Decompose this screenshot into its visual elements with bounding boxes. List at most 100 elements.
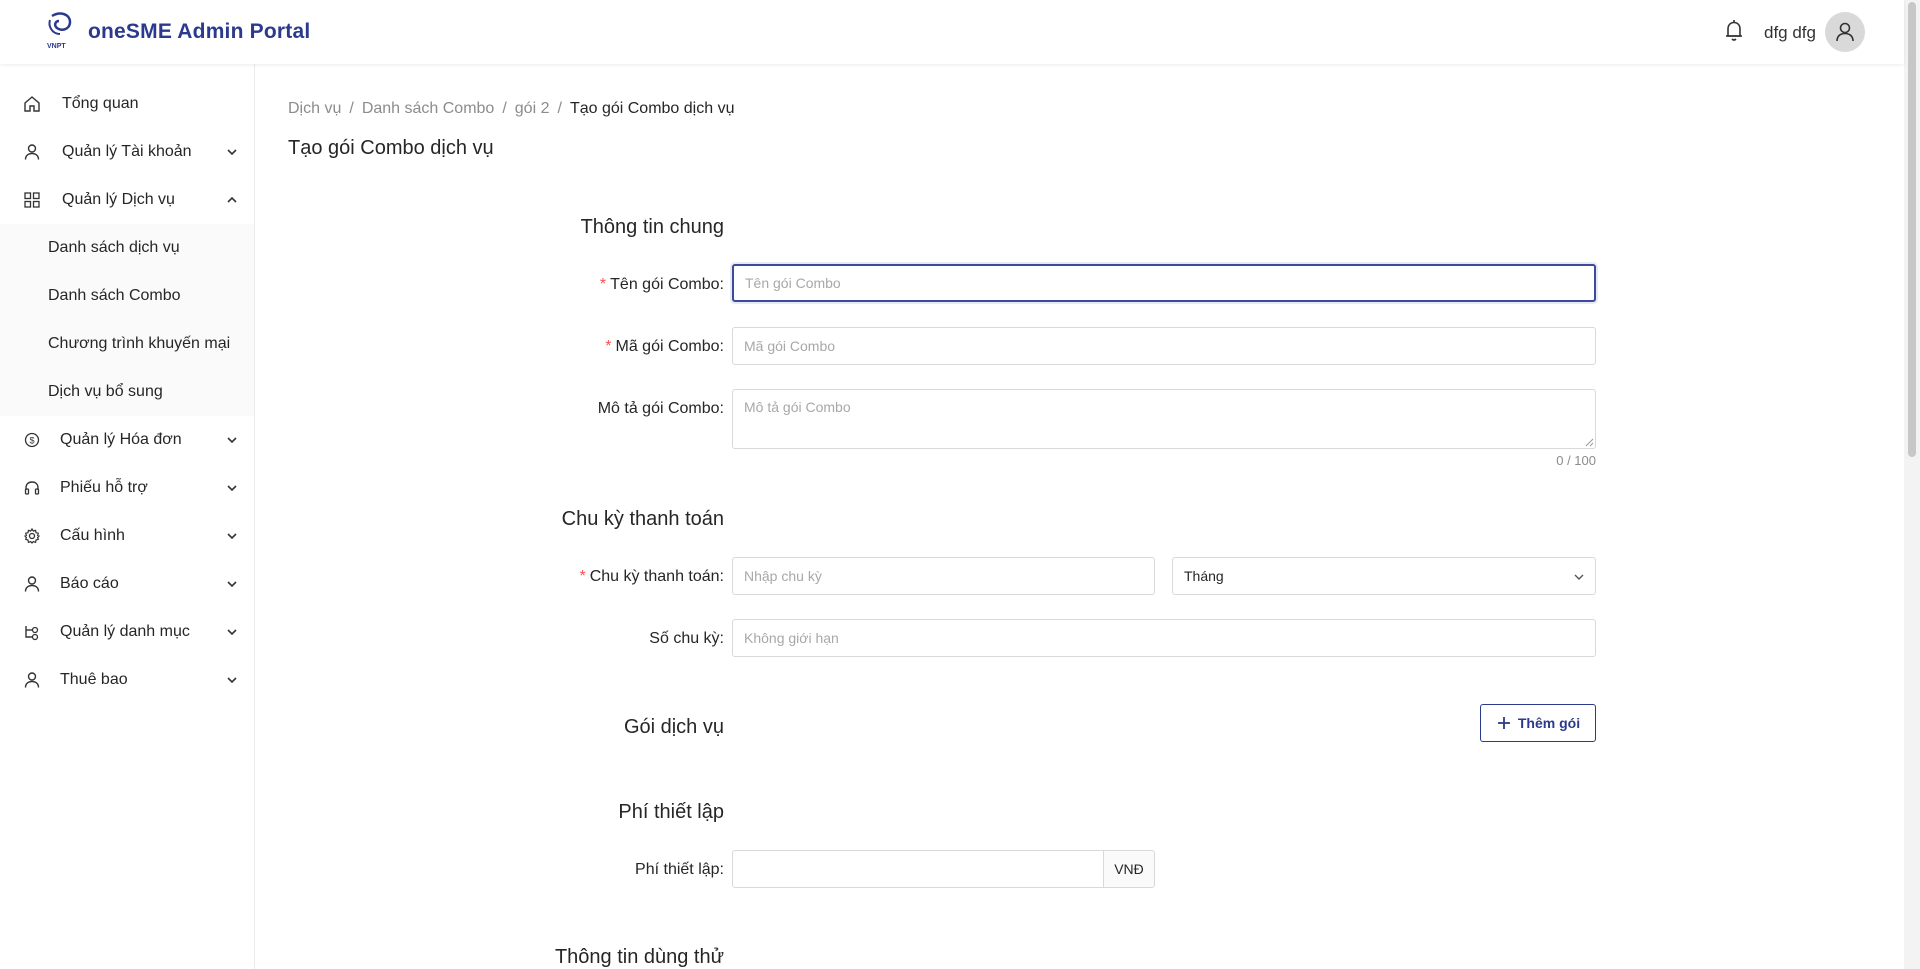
- breadcrumb: Dịch vụ / Danh sách Combo / gói 2 / Tạo …: [288, 100, 734, 118]
- billing-unit-value: Tháng: [1184, 568, 1224, 584]
- field-label-text: Phí thiết lập:: [635, 861, 724, 878]
- breadcrumb-item[interactable]: Danh sách Combo: [362, 100, 495, 118]
- sidebar-subitem-addons[interactable]: Dịch vụ bổ sung: [0, 368, 254, 416]
- sidebar-item-label: Quản lý Dịch vụ: [62, 191, 175, 208]
- svg-text:$: $: [29, 436, 34, 446]
- sidebar-item-services[interactable]: Quản lý Dịch vụ: [0, 176, 254, 224]
- sidebar-item-label: Báo cáo: [60, 575, 119, 592]
- sidebar-item-label: Thuê bao: [60, 671, 128, 688]
- field-label-text: Số chu kỳ:: [649, 630, 724, 647]
- logo-text: VNPT: [47, 43, 66, 50]
- top-header: VNPT oneSME Admin Portal dfg dfg: [0, 0, 1904, 64]
- billing-unit-select[interactable]: Tháng: [1172, 557, 1596, 595]
- vnpt-logo[interactable]: VNPT: [46, 12, 76, 50]
- user-name[interactable]: dfg dfg: [1764, 23, 1816, 43]
- sidebar-item-label: Cấu hình: [60, 527, 125, 544]
- field-label-text: Mã gói Combo:: [615, 338, 725, 355]
- sidebar-item-categories[interactable]: Quản lý danh mục: [0, 608, 254, 656]
- dollar-icon: $: [24, 432, 40, 448]
- combo-code-input[interactable]: [732, 327, 1596, 365]
- page-scrollbar[interactable]: [1904, 0, 1920, 969]
- chevron-down-icon: [227, 149, 237, 156]
- sidebar-subitem-label: Danh sách dịch vụ: [48, 239, 180, 256]
- chevron-down-icon: [227, 533, 237, 540]
- user-icon: [24, 144, 40, 160]
- home-icon: [24, 96, 40, 112]
- setup-fee-input[interactable]: [732, 850, 1104, 888]
- breadcrumb-current: Tạo gói Combo dịch vụ: [569, 100, 735, 117]
- chevron-down-icon: [227, 677, 237, 684]
- field-label-setup-fee: Phí thiết lập:: [304, 861, 724, 879]
- sidebar-item-reports[interactable]: Báo cáo: [0, 560, 254, 608]
- chevron-up-icon: [227, 196, 237, 203]
- field-label-combo-desc: Mô tả gói Combo:: [304, 400, 724, 418]
- chevron-down-icon: [227, 629, 237, 636]
- sidebar-item-label: Phiếu hỗ trợ: [60, 479, 148, 496]
- avatar[interactable]: [1825, 12, 1865, 52]
- section-title-billing-cycle: Chu kỳ thanh toán: [561, 508, 724, 530]
- user-icon: [24, 576, 40, 592]
- scrollbar-thumb[interactable]: [1908, 2, 1916, 457]
- user-avatar-icon: [1836, 22, 1854, 42]
- sidebar-subitem-service-list[interactable]: Danh sách dịch vụ: [0, 224, 254, 272]
- billing-cycle-input[interactable]: [732, 557, 1155, 595]
- field-label-combo-code: * Mã gói Combo:: [304, 338, 724, 356]
- section-title-trial-info: Thông tin dùng thử: [554, 946, 724, 968]
- field-label-combo-name: * Tên gói Combo:: [304, 276, 724, 294]
- category-icon: [25, 626, 39, 641]
- cycle-count-input[interactable]: [732, 619, 1596, 657]
- sidebar-subitem-label: Danh sách Combo: [48, 287, 181, 304]
- sidebar-item-label: Tổng quan: [62, 95, 139, 112]
- bell-icon[interactable]: [1722, 18, 1746, 44]
- gear-icon: [23, 527, 41, 544]
- combo-name-input[interactable]: [732, 264, 1596, 302]
- field-label-text: Chu kỳ thanh toán:: [589, 568, 724, 585]
- combo-description-textarea[interactable]: [732, 389, 1596, 449]
- sidebar-item-accounts[interactable]: Quản lý Tài khoản: [0, 128, 254, 176]
- sidebar-subitem-promotions[interactable]: Chương trình khuyến mại: [0, 320, 254, 368]
- field-label-billing-cycle: * Chu kỳ thanh toán:: [304, 568, 724, 586]
- sidebar-item-settings[interactable]: Cấu hình: [0, 512, 254, 560]
- plus-icon: [1497, 717, 1510, 729]
- resize-grip-icon[interactable]: [1584, 437, 1594, 447]
- grid-icon: [24, 192, 40, 208]
- sidebar-subitem-label: Dịch vụ bổ sung: [48, 383, 163, 400]
- sidebar-item-label: Quản lý Tài khoản: [62, 143, 192, 160]
- headset-icon: [24, 481, 40, 495]
- required-marker: *: [605, 338, 612, 355]
- add-package-button[interactable]: Thêm gói: [1480, 704, 1596, 742]
- section-title-service-packages: Gói dịch vụ: [623, 716, 724, 738]
- setup-fee-group: VNĐ: [732, 850, 1155, 888]
- chevron-down-icon: [227, 485, 237, 492]
- field-label-text: Tên gói Combo:: [610, 276, 724, 293]
- breadcrumb-item[interactable]: Dịch vụ: [288, 100, 341, 118]
- user-icon: [24, 672, 40, 688]
- chevron-down-icon: [227, 437, 237, 444]
- sidebar-item-subscriptions[interactable]: Thuê bao: [0, 656, 254, 704]
- section-title-setup-fee: Phí thiết lập: [618, 801, 724, 823]
- app-title[interactable]: oneSME Admin Portal: [88, 20, 310, 44]
- currency-addon: VNĐ: [1104, 850, 1155, 888]
- sidebar-item-support[interactable]: Phiếu hỗ trợ: [0, 464, 254, 512]
- section-title-general: Thông tin chung: [580, 216, 724, 238]
- required-marker: *: [599, 276, 607, 293]
- field-label-text: Mô tả gói Combo:: [597, 400, 724, 417]
- sidebar-subitem-label: Chương trình khuyến mại: [48, 335, 231, 352]
- breadcrumb-separator: /: [502, 100, 507, 117]
- chevron-down-icon: [227, 581, 237, 588]
- required-marker: *: [579, 568, 586, 585]
- field-label-cycle-count: Số chu kỳ:: [304, 630, 724, 648]
- chevron-down-icon: [1574, 574, 1584, 580]
- sidebar-item-invoices[interactable]: $ Quản lý Hóa đơn: [0, 416, 254, 464]
- breadcrumb-separator: /: [557, 100, 562, 117]
- breadcrumb-item[interactable]: gói 2: [515, 100, 550, 118]
- breadcrumb-separator: /: [349, 100, 354, 117]
- sidebar-item-label: Quản lý Hóa đơn: [60, 431, 182, 448]
- sidebar-item-overview[interactable]: Tổng quan: [0, 80, 254, 128]
- page-title: Tạo gói Combo dịch vụ: [288, 137, 494, 159]
- sidebar: Tổng quan Quản lý Tài khoản Quản lý Dịch…: [0, 64, 255, 969]
- sidebar-item-label: Quản lý danh mục: [60, 623, 190, 640]
- sidebar-subitem-combo-list[interactable]: Danh sách Combo: [0, 272, 254, 320]
- add-package-label: Thêm gói: [1517, 715, 1581, 731]
- description-char-counter: 0 / 100: [1556, 453, 1596, 468]
